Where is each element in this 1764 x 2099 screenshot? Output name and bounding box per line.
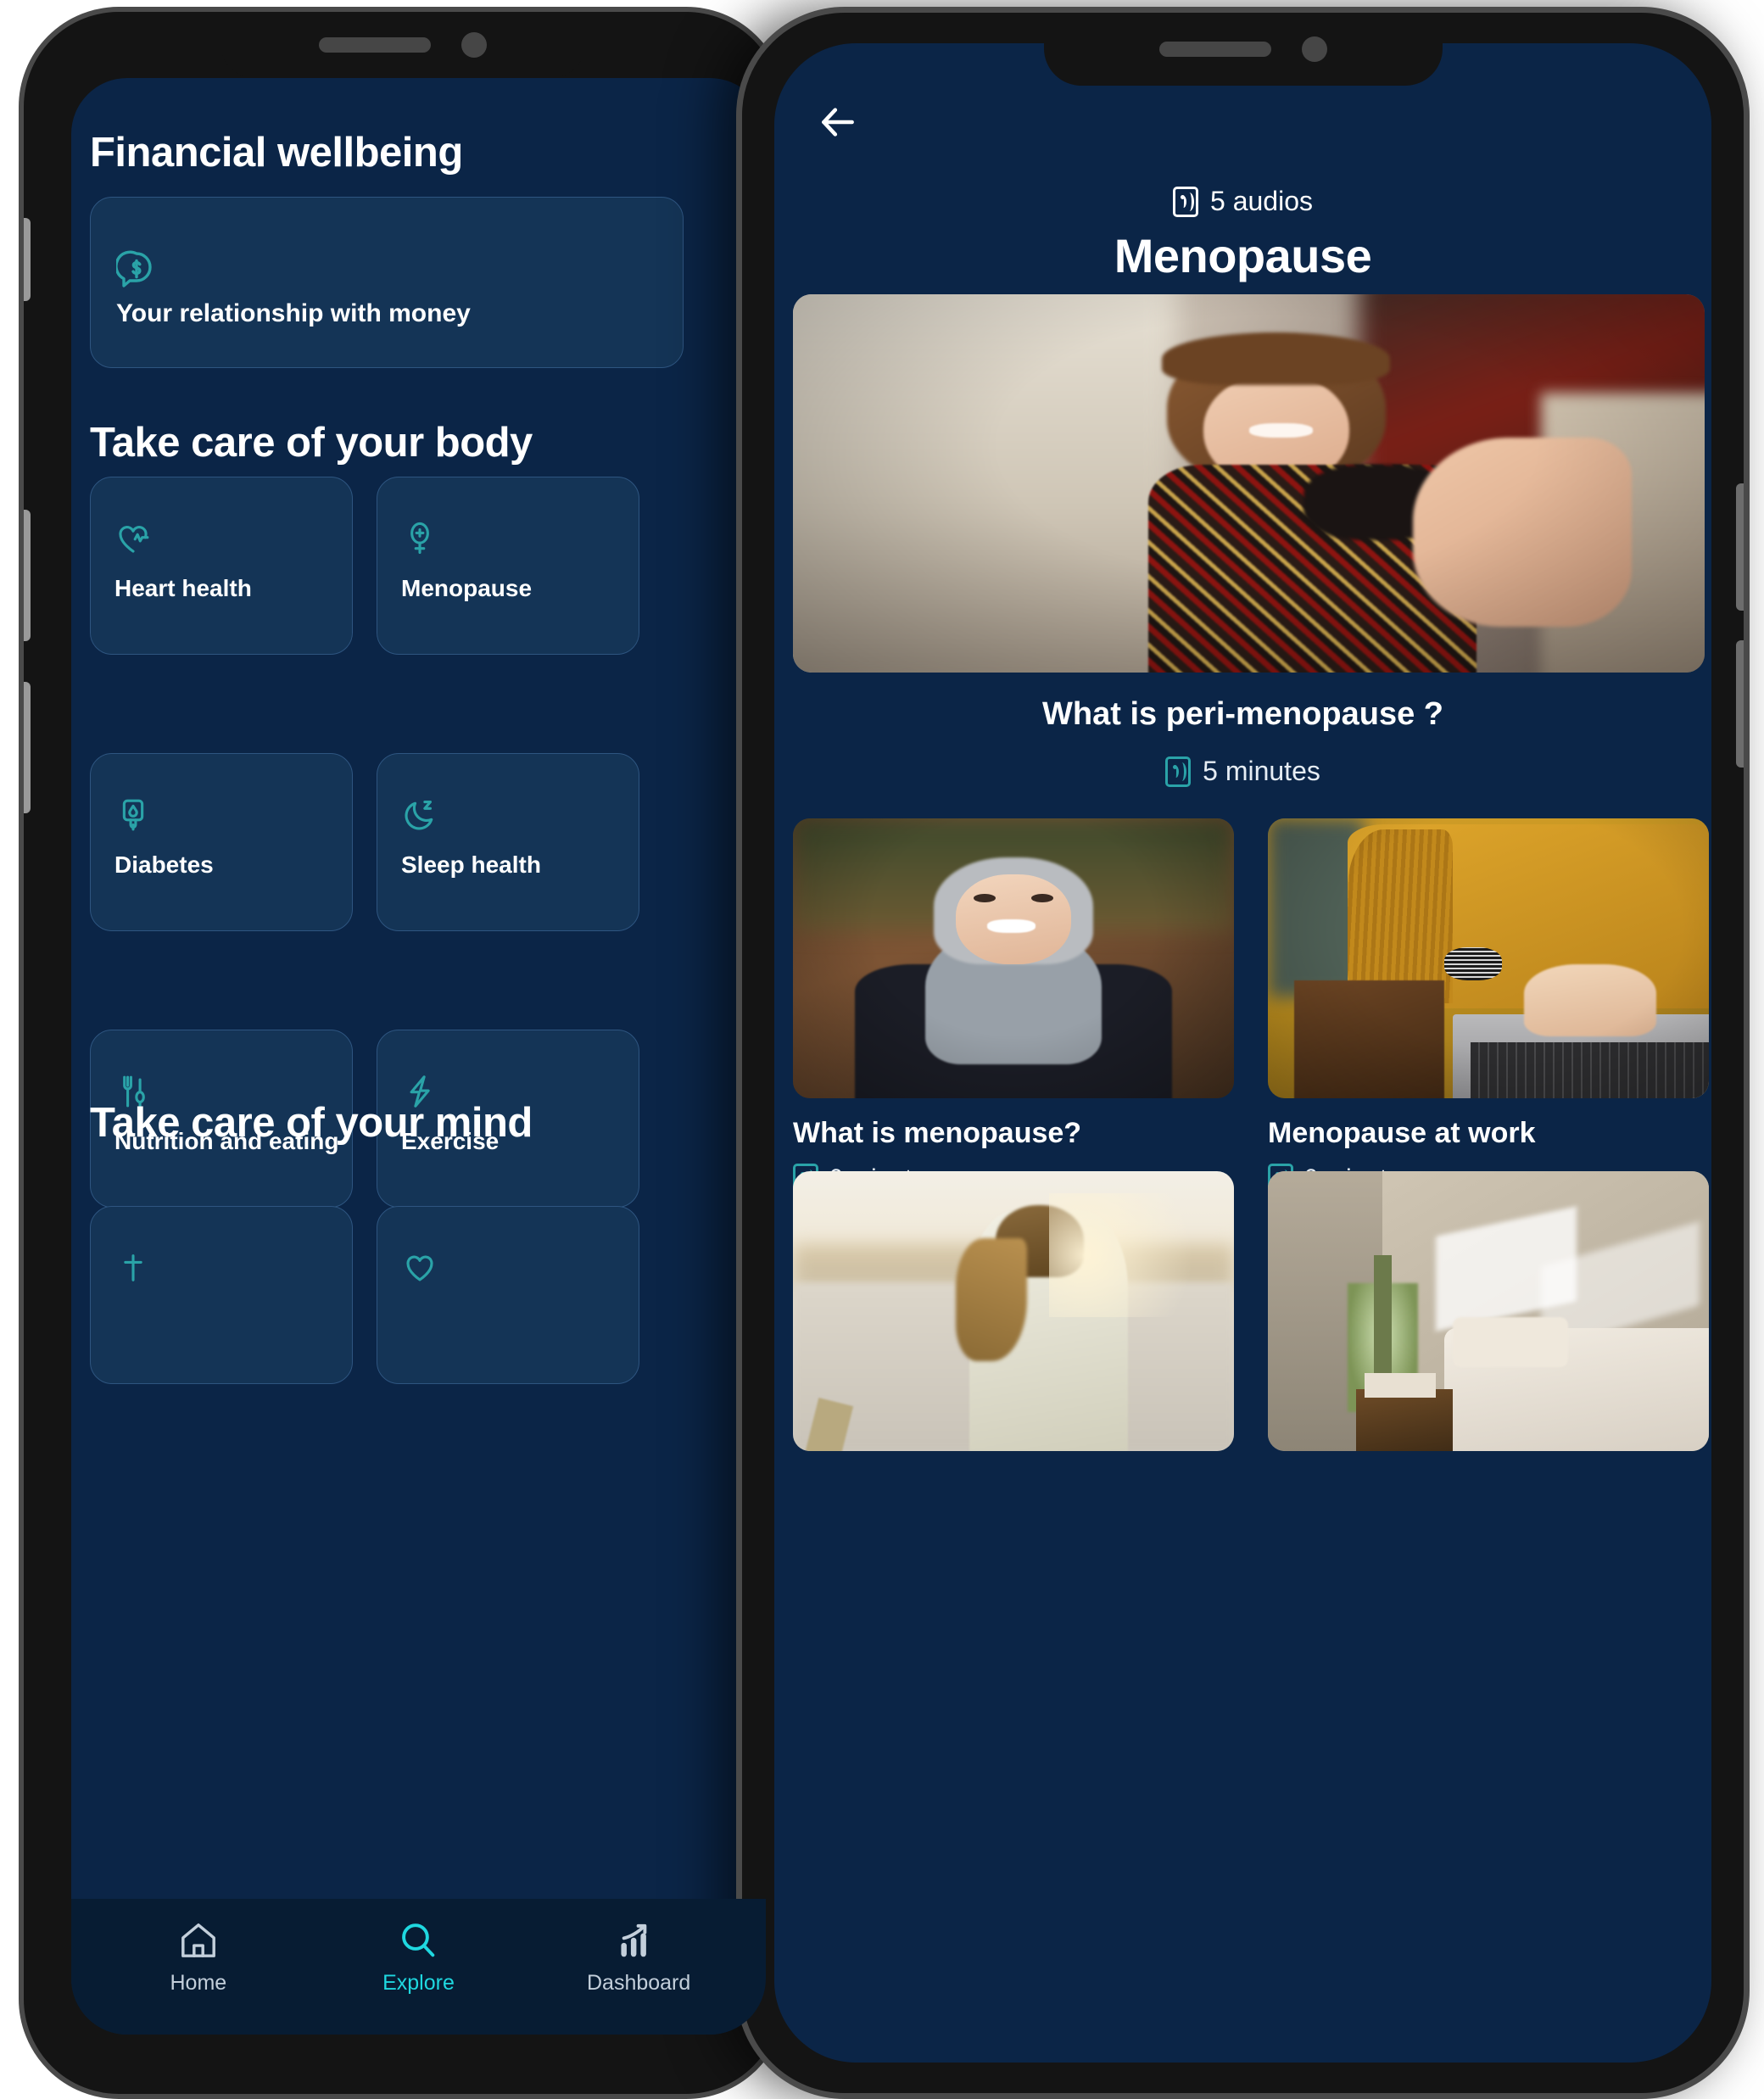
female-medical-icon	[401, 520, 438, 557]
earpiece-speaker	[1158, 42, 1271, 57]
nav-item-home[interactable]: Home	[131, 1918, 266, 1996]
article-thumbnail	[793, 818, 1234, 1098]
category-card-heart-health[interactable]: Heart health	[90, 477, 353, 655]
phone-left-notch	[220, 12, 585, 78]
bar-chart-icon	[617, 1918, 661, 1962]
category-card-label: Menopause	[401, 575, 533, 601]
section-title-financial: Financial wellbeing	[90, 130, 463, 176]
home-icon	[176, 1918, 220, 1962]
featured-article-title: What is peri-menopause ?	[1042, 696, 1443, 732]
volume-down-button[interactable]	[24, 682, 31, 813]
audio-icon	[1165, 756, 1192, 787]
category-card-sleep-health[interactable]: Sleep health	[377, 753, 639, 931]
nav-label: Explore	[382, 1970, 455, 1995]
article-tile[interactable]	[1268, 1171, 1709, 1470]
audio-icon	[1173, 186, 1198, 217]
category-card-menopause[interactable]: Menopause	[377, 477, 639, 655]
secondary-button[interactable]	[1736, 640, 1744, 768]
section-title-mind: Take care of your mind	[90, 1100, 533, 1146]
category-card-diabetes[interactable]: Diabetes	[90, 753, 353, 931]
woman-hoodie-photo	[793, 818, 1234, 1098]
category-card-mind-b[interactable]	[377, 1206, 639, 1384]
money-chat-icon	[116, 248, 157, 289]
featured-article-image[interactable]	[793, 294, 1705, 673]
phone-right-notch	[1043, 13, 1443, 86]
category-card-label: Heart health	[114, 575, 252, 601]
article-thumbnail	[793, 1171, 1234, 1451]
smiling-woman-photo	[793, 294, 1705, 673]
explore-page: Financial wellbeing Your relationship wi…	[71, 78, 766, 2035]
featured-article-duration: 5 minutes	[774, 756, 1711, 787]
arrow-left-icon[interactable]	[815, 99, 861, 145]
category-card-label: Diabetes	[114, 851, 214, 878]
category-card-money[interactable]: Your relationship with money	[90, 197, 684, 368]
mind-icon-b	[401, 1249, 438, 1287]
front-camera	[461, 32, 487, 58]
article-thumbnail	[1268, 1171, 1709, 1451]
audio-count: 5 audios	[774, 186, 1711, 217]
page-title: Menopause	[1114, 229, 1372, 282]
category-card-label: Sleep health	[401, 851, 541, 878]
category-card-label: Your relationship with money	[116, 299, 471, 327]
earpiece-speaker	[318, 37, 431, 53]
category-card-mind-a[interactable]	[90, 1206, 353, 1384]
mind-icon-a	[114, 1249, 152, 1287]
duration-label: 5 minutes	[1203, 756, 1320, 786]
menopause-detail-page: 5 audios Menopause What is peri-menopaus…	[774, 43, 1711, 2063]
front-camera	[1301, 36, 1327, 62]
woman-laptop-photo	[1268, 818, 1709, 1098]
nav-item-explore[interactable]: Explore	[350, 1918, 486, 1996]
screenshot-stage: Financial wellbeing Your relationship wi…	[0, 0, 1764, 2099]
moon-sleep-icon	[401, 796, 438, 834]
volume-up-button[interactable]	[24, 510, 31, 641]
article-tile[interactable]	[793, 1171, 1234, 1470]
power-button[interactable]	[1736, 483, 1744, 611]
nav-label: Dashboard	[586, 1970, 691, 1995]
mute-switch[interactable]	[24, 218, 31, 301]
woman-sunset-photo	[793, 1171, 1234, 1451]
section-title-body: Take care of your body	[90, 420, 533, 466]
article-tile[interactable]: Menopause at work 6 minutes	[1268, 818, 1709, 1194]
phone-right: 5 audios Menopause What is peri-menopaus…	[736, 7, 1750, 2099]
article-tile[interactable]: What is menopause? 6 minutes	[793, 818, 1234, 1194]
audio-count-label: 5 audios	[1210, 186, 1313, 216]
search-icon	[396, 1918, 440, 1962]
article-title: What is menopause?	[793, 1117, 1082, 1149]
sunlit-bedroom-photo	[1268, 1171, 1709, 1451]
phone-right-screen: 5 audios Menopause What is peri-menopaus…	[774, 43, 1711, 2063]
article-thumbnail	[1268, 818, 1709, 1098]
phone-left: Financial wellbeing Your relationship wi…	[19, 7, 786, 2099]
nav-item-dashboard[interactable]: Dashboard	[571, 1918, 706, 1996]
article-title: Menopause at work	[1268, 1117, 1536, 1149]
phone-left-screen: Financial wellbeing Your relationship wi…	[71, 78, 766, 2035]
bottom-navigation: Home Explore Dashboard	[71, 1899, 766, 2035]
glucose-meter-icon	[114, 796, 152, 834]
heart-pulse-icon	[114, 520, 152, 557]
nav-label: Home	[170, 1970, 227, 1995]
